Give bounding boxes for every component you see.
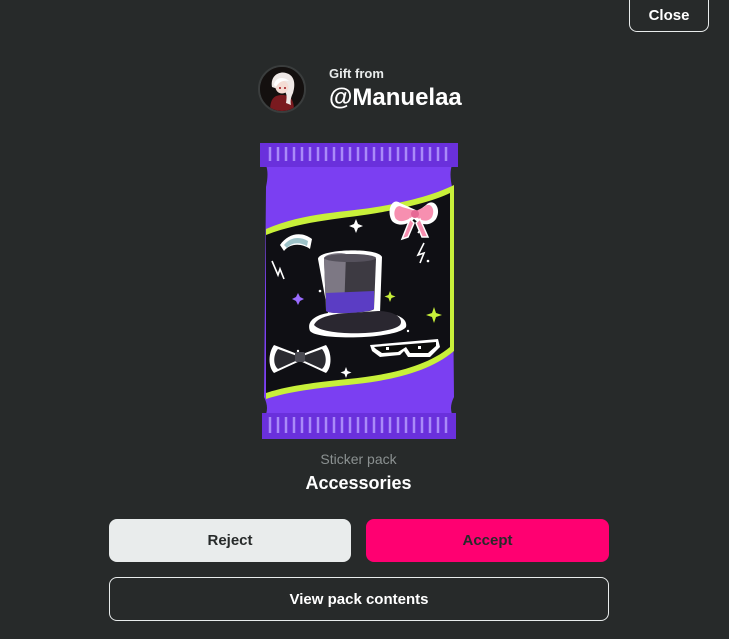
pack-name: Accessories	[305, 473, 412, 493]
close-button[interactable]: Close	[629, 0, 709, 32]
sender-username[interactable]: @Manuelaa	[329, 84, 462, 112]
gift-text: Gift from @Manuelaa	[329, 66, 462, 112]
sender-avatar[interactable]	[258, 65, 306, 113]
view-pack-contents-button[interactable]: View pack contents	[109, 577, 609, 621]
accept-button[interactable]: Accept	[366, 519, 609, 562]
pack-type-label: Sticker pack	[320, 451, 397, 467]
reject-button[interactable]: Reject	[109, 519, 351, 562]
gift-header: Gift from @Manuelaa	[258, 64, 462, 114]
sticker-pack-image[interactable]	[258, 141, 460, 441]
gift-from-label: Gift from	[329, 66, 384, 81]
